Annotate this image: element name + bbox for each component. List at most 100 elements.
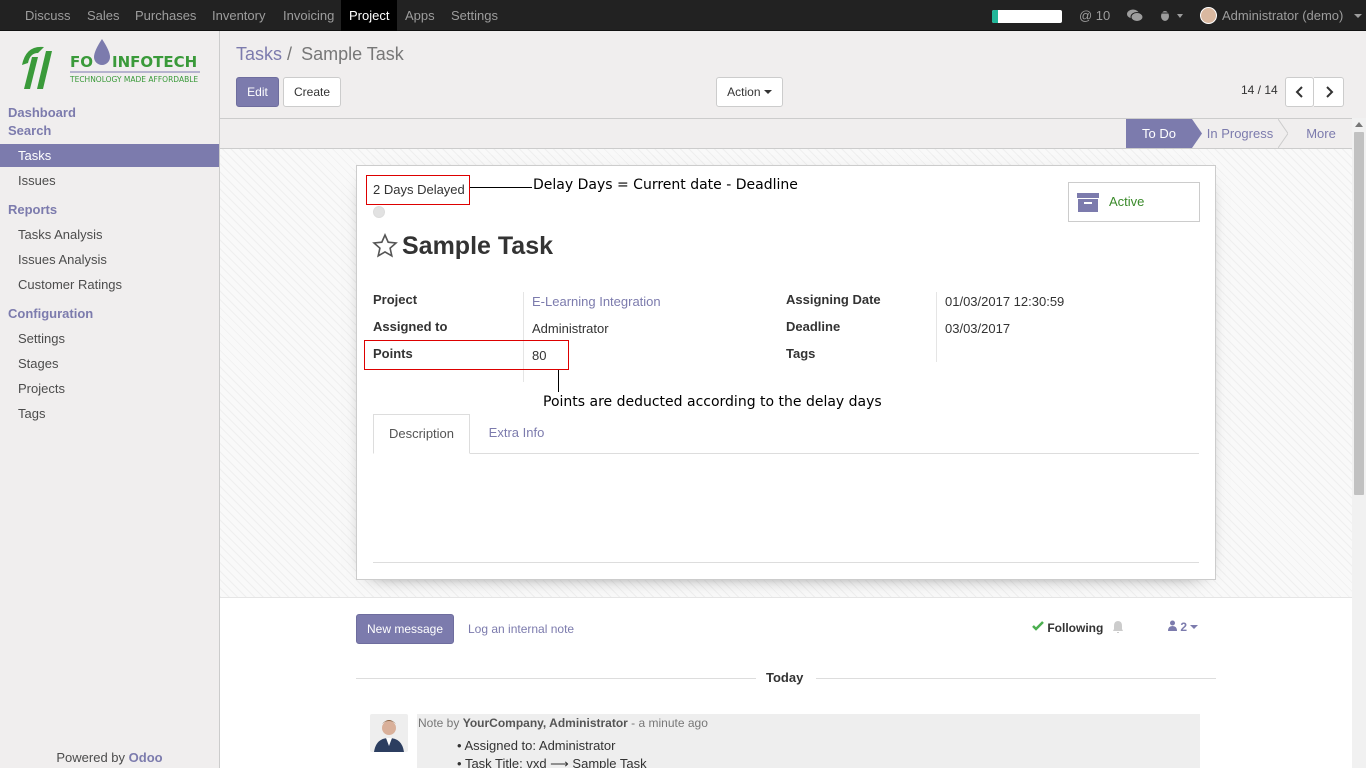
action-caret-icon [763,90,772,94]
today-label: Today [766,670,804,685]
chevron-left-icon [1295,86,1303,98]
sidebar-dashboard[interactable]: Dashboard [8,105,76,120]
new-message-button[interactable]: New message [356,614,454,644]
delay-leader-line [470,187,532,188]
sidebar-item-tags[interactable]: Tags [0,402,219,425]
logo-tagline: TECHNOLOGY MADE AFFORDABLE [69,75,198,84]
breadcrumb-tasks[interactable]: Tasks [236,44,282,64]
kanban-state-circle[interactable] [373,206,385,218]
scroll-up-icon[interactable] [1355,121,1363,127]
user-avatar[interactable] [1200,7,1217,24]
scrollbar-thumb[interactable] [1354,132,1364,495]
sidebar-configuration-header: Configuration [8,306,94,321]
note-line-2-text: Task Title: vxd ⟶ Sample Task [464,756,647,768]
logo-brand-right: INFOTECH [112,53,197,71]
sidebar-item-projects[interactable]: Projects [0,377,219,400]
menu-project[interactable]: Project [341,0,398,31]
action-label: Action [727,85,761,99]
action-dropdown[interactable]: Action [716,77,783,107]
powered-by-text: Powered by [56,750,126,765]
user-menu-caret-icon[interactable] [1354,0,1362,31]
create-button[interactable]: Create [283,77,341,107]
followers-count: 2 [1180,620,1188,634]
following-label: Following [1047,621,1104,635]
debug-bug-icon[interactable] [1158,0,1186,31]
note-author[interactable]: YourCompany, Administrator [463,716,628,730]
control-panel: Tasks / Sample Task Edit Create Action 1… [220,31,1366,118]
sidebar-search[interactable]: Search [8,123,51,138]
chatter: New message Log an internal note Followi… [220,597,1352,768]
menu-discuss[interactable]: Discuss [17,0,79,31]
sidebar-item-tasks-analysis[interactable]: Tasks Analysis [0,223,219,246]
stage-separator-icon [1278,119,1288,148]
note-line-2: • Task Title: vxd ⟶ Sample Task [457,756,647,768]
sidebar-item-settings[interactable]: Settings [0,327,219,350]
powered-by: Powered by Odoo [0,750,219,765]
breadcrumb: Tasks / Sample Task [236,44,404,65]
top-navbar: Discuss Sales Purchases Inventory Invoic… [0,0,1366,31]
menu-settings[interactable]: Settings [443,0,506,31]
edit-button[interactable]: Edit [236,77,279,107]
star-icon[interactable] [372,233,398,259]
chevron-right-icon [1325,86,1333,98]
today-divider-right [816,678,1216,679]
user-icon [1168,620,1177,631]
stage-in-progress[interactable]: In Progress [1202,119,1278,148]
active-label: Active [1109,194,1145,209]
planner-progress-bar[interactable] [992,10,1062,23]
menu-invoicing[interactable]: Invoicing [275,0,342,31]
assigning-date-label: Assigning Date [786,292,881,307]
note-message: Note by YourCompany, Administrator - a m… [417,714,1200,768]
odoo-link[interactable]: Odoo [129,750,163,765]
pager-value[interactable]: 14 / 14 [1241,83,1278,97]
menu-purchases[interactable]: Purchases [127,0,204,31]
tab-extra-info[interactable]: Extra Info [474,414,559,454]
assigned-to-label: Assigned to [373,319,448,334]
breadcrumb-current: Sample Task [301,44,404,64]
sidebar-item-stages[interactable]: Stages [0,352,219,375]
tab-description[interactable]: Description [373,414,470,454]
sidebar: FO INFOTECH TECHNOLOGY MADE AFFORDABLE D… [0,31,220,768]
description-bottom-border [373,562,1199,563]
points-annotation: Points are deducted according to the del… [543,394,882,410]
delay-annotation: Delay Days = Current date - Deadline [533,177,798,193]
company-logo: FO INFOTECH TECHNOLOGY MADE AFFORDABLE [18,37,203,97]
stage-todo[interactable]: To Do [1126,119,1192,148]
following-button[interactable]: Following [1032,620,1103,635]
note-line-1: • Assigned to: Administrator [457,738,616,753]
user-menu[interactable]: Administrator (demo) [1222,0,1343,31]
note-line-1-text: Assigned to: Administrator [464,738,616,753]
points-leader-line [558,370,559,392]
log-note-link[interactable]: Log an internal note [468,622,574,636]
deadline-value: 03/03/2017 [945,321,1011,336]
project-link[interactable]: E-Learning Integration [532,294,661,309]
project-label: Project [373,292,418,307]
sidebar-item-issues-analysis[interactable]: Issues Analysis [0,248,219,271]
note-prefix: Note by [418,716,460,730]
pager-next-button[interactable] [1314,77,1344,107]
stage-arrow-icon [1192,119,1202,148]
followers-dropdown[interactable]: 2 [1168,620,1199,634]
author-avatar[interactable] [370,714,408,752]
sidebar-item-issues[interactable]: Issues [0,169,219,192]
check-icon [1032,621,1044,631]
followers-caret-icon [1190,625,1199,629]
pager-previous-button[interactable] [1285,77,1314,107]
vertical-scrollbar[interactable] [1352,118,1366,768]
menu-apps[interactable]: Apps [397,0,443,31]
breadcrumb-separator: / [287,44,293,64]
tags-label: Tags [786,346,816,361]
field-divider-right [936,292,937,362]
menu-sales[interactable]: Sales [79,0,128,31]
mentions-counter[interactable]: @ 10 [1079,0,1110,31]
points-highlight-box [364,340,569,370]
logo-brand-left: FO [70,53,93,71]
menu-inventory[interactable]: Inventory [204,0,273,31]
sidebar-item-customer-ratings[interactable]: Customer Ratings [0,273,219,296]
stage-more-dropdown[interactable]: More [1296,119,1346,148]
deadline-label: Deadline [786,319,841,334]
active-toggle-button[interactable]: Active [1068,182,1200,222]
sidebar-item-tasks[interactable]: Tasks [0,144,219,167]
bell-icon[interactable] [1113,621,1123,633]
chat-icon[interactable] [1126,0,1144,31]
